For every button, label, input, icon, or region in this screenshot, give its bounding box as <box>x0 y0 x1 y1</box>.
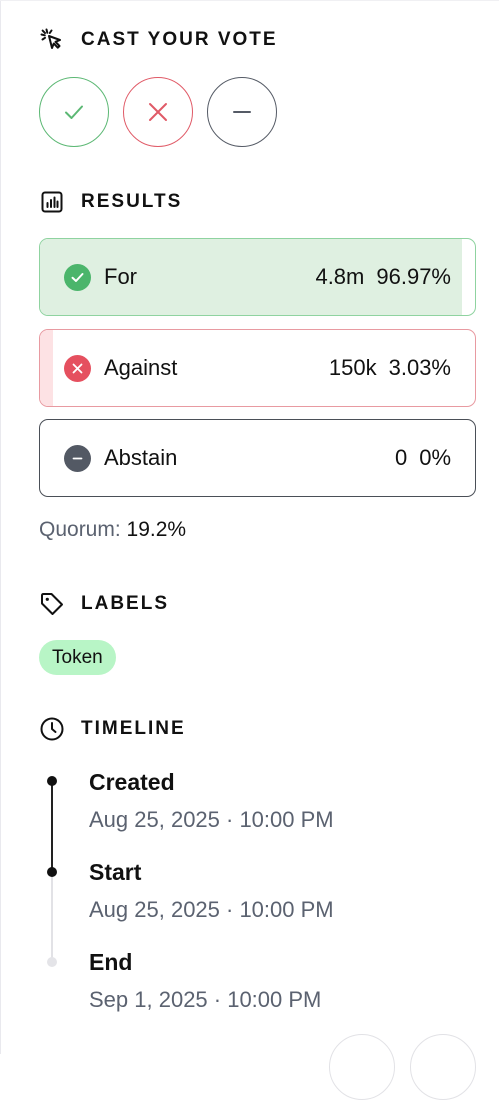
result-abstain: Abstain 0 0% <box>39 419 476 497</box>
tag-icon <box>39 591 65 617</box>
quorum: Quorum: 19.2% <box>39 518 186 542</box>
result-percent: 3.03% <box>388 355 451 380</box>
result-percent: 0% <box>419 445 451 470</box>
timeline-event-title: End <box>89 949 133 975</box>
vote-abstain-button[interactable] <box>207 77 277 147</box>
timeline-event-time: Aug 25, 2025 · 10:00 PM <box>89 807 334 832</box>
result-against: Against 150k 3.03% <box>39 329 476 407</box>
x-circle-icon <box>64 354 91 382</box>
result-amount: 0 <box>394 445 408 470</box>
result-for: For 4.8m 96.97% <box>39 238 476 316</box>
clock-icon <box>39 716 65 742</box>
vote-against-button[interactable] <box>123 77 193 147</box>
scroll-button[interactable] <box>410 1034 476 1100</box>
timeline-event-time: Sep 1, 2025 · 10:00 PM <box>89 987 322 1012</box>
vote-for-button[interactable] <box>39 77 109 147</box>
quorum-value: 19.2% <box>126 518 187 541</box>
labels-title: LABELS <box>81 593 169 614</box>
timeline-dot <box>47 776 57 786</box>
timeline-event-title: Start <box>89 859 142 885</box>
cast-vote-header: CAST YOUR VOTE <box>39 27 278 53</box>
timeline-event-title: Created <box>89 769 175 795</box>
result-percent: 96.97% <box>376 264 451 289</box>
result-label: For <box>104 264 137 289</box>
result-amount: 150k <box>328 355 377 380</box>
timeline-connector <box>51 872 53 962</box>
cast-vote-title: CAST YOUR VOTE <box>81 29 278 50</box>
check-icon <box>65 105 83 119</box>
result-amount: 4.8m <box>315 264 365 289</box>
check-circle-icon <box>64 263 91 291</box>
timeline-dot <box>47 867 57 877</box>
top-divider <box>0 0 499 1</box>
results-header: RESULTS <box>39 189 182 215</box>
scroll-button[interactable] <box>329 1034 395 1100</box>
timeline-title: TIMELINE <box>81 718 186 739</box>
minus-icon <box>233 111 251 113</box>
label-tag[interactable]: Token <box>39 640 116 675</box>
minus-circle-icon <box>64 444 91 472</box>
results-title: RESULTS <box>81 191 183 212</box>
timeline-header: TIMELINE <box>39 716 186 742</box>
quorum-label: Quorum: <box>39 518 121 541</box>
result-label: Abstain <box>104 445 178 470</box>
timeline-dot <box>47 957 57 967</box>
labels-header: LABELS <box>39 591 169 617</box>
cursor-click-icon <box>39 27 65 53</box>
bar-chart-icon <box>39 189 65 215</box>
result-label: Against <box>104 355 178 380</box>
panel-border <box>0 0 1 1054</box>
x-icon <box>149 103 167 121</box>
timeline-connector <box>51 781 53 872</box>
timeline-event-time: Aug 25, 2025 · 10:00 PM <box>89 897 334 922</box>
